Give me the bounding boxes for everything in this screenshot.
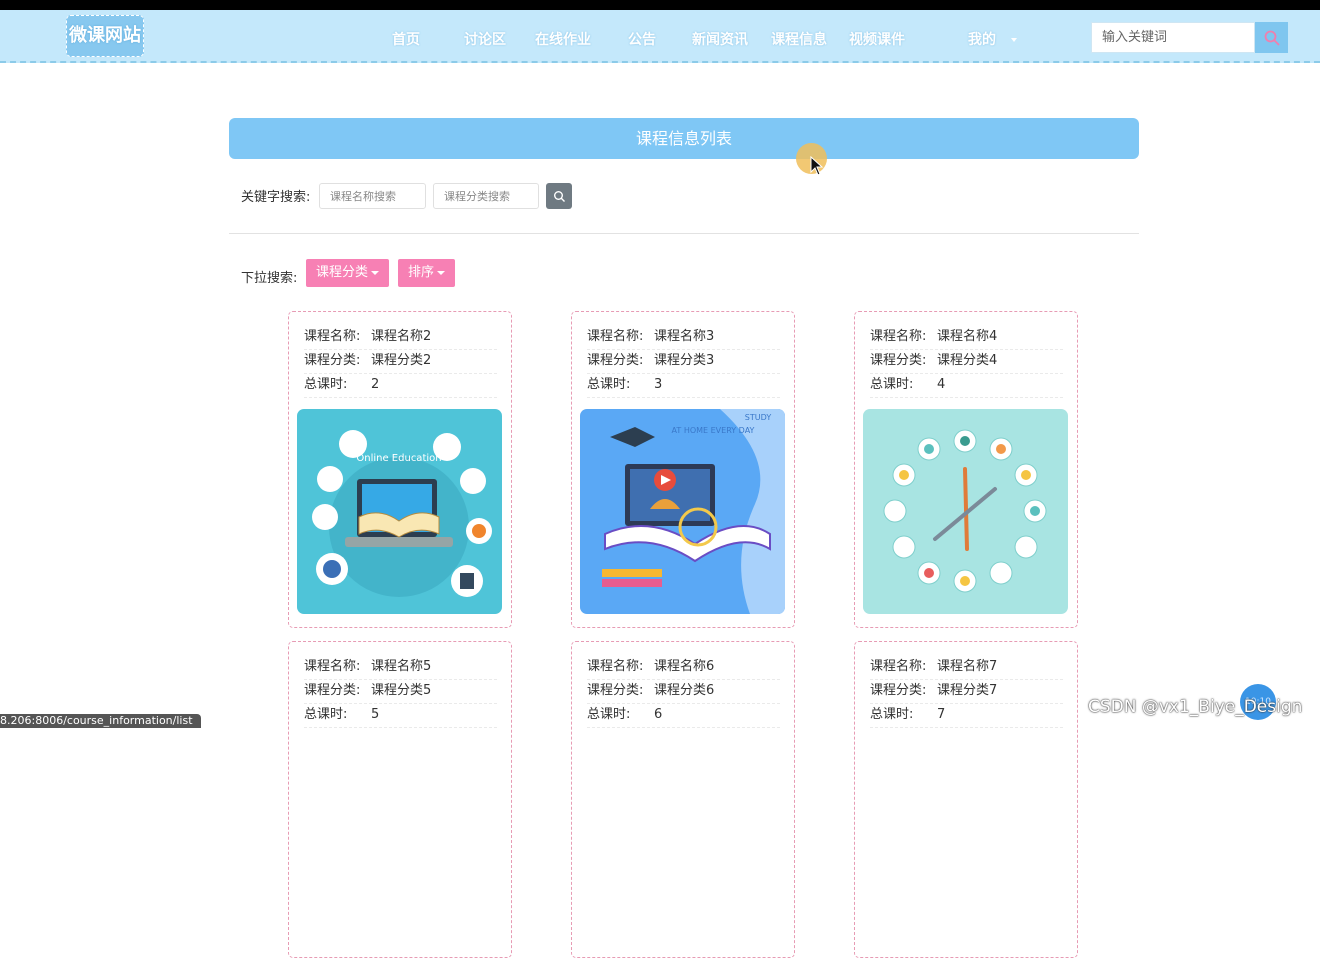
nav-my[interactable]: 我的 bbox=[968, 29, 996, 49]
caret-down-icon bbox=[371, 270, 380, 275]
sort-dropdown-button[interactable]: 排序 bbox=[398, 259, 456, 287]
header-search-button[interactable] bbox=[1255, 22, 1288, 53]
search-icon bbox=[1264, 30, 1280, 46]
course-card[interactable]: 课程名称: 课程名称2 课程分类: 课程分类2 总课时: 2 Online Educa… bbox=[288, 311, 512, 628]
header-search-input[interactable] bbox=[1091, 22, 1255, 53]
category-dropdown-label: 课程分类 bbox=[316, 265, 369, 280]
dropdown-search-label: 下拉搜索: bbox=[241, 271, 298, 286]
course-name: 课程名称5 bbox=[371, 659, 432, 674]
svg-text:Online Education: Online Education bbox=[356, 453, 441, 464]
section-divider bbox=[229, 233, 1139, 234]
svg-text:STUDY: STUDY bbox=[745, 413, 772, 422]
education-clock-illustration[interactable] bbox=[863, 409, 1068, 614]
course-hours-row: 总课时: 2 bbox=[304, 373, 497, 398]
course-category: 课程分类5 bbox=[371, 683, 432, 698]
nav-notice[interactable]: 公告 bbox=[628, 29, 656, 49]
page-title: 课程信息列表 bbox=[229, 118, 1139, 159]
course-card[interactable]: 课程名称: 课程名称7 课程分类: 课程分类7 总课时: 7 bbox=[854, 641, 1078, 958]
course-category-row: 课程分类: 课程分类2 bbox=[304, 349, 497, 374]
course-category-row: 课程分类: 课程分类6 bbox=[587, 679, 780, 704]
nav-news[interactable]: 新闻资讯 bbox=[692, 29, 748, 49]
course-hours-row: 总课时: 4 bbox=[870, 373, 1063, 398]
nav-course-info[interactable]: 课程信息 bbox=[771, 29, 827, 49]
course-category-row: 课程分类: 课程分类4 bbox=[870, 349, 1063, 374]
keyword-search-button[interactable] bbox=[546, 183, 572, 209]
course-hours: 7 bbox=[937, 707, 946, 722]
course-hours-row: 总课时: 3 bbox=[587, 373, 780, 398]
course-name-row: 课程名称: 课程名称2 bbox=[304, 325, 497, 350]
caret-down-icon bbox=[437, 270, 446, 275]
course-name-row: 课程名称: 课程名称7 bbox=[870, 655, 1063, 680]
svg-text:AT HOME EVERY DAY: AT HOME EVERY DAY bbox=[672, 426, 755, 435]
nav-forum[interactable]: 讨论区 bbox=[464, 29, 506, 49]
course-name: 课程名称6 bbox=[654, 659, 715, 674]
watermark: CSDN @vx1_Biye_Design bbox=[1088, 697, 1303, 717]
course-category: 课程分类7 bbox=[937, 683, 998, 698]
category-dropdown-button[interactable]: 课程分类 bbox=[306, 259, 390, 287]
course-hours-row: 总课时: 5 bbox=[304, 703, 497, 728]
course-name: 课程名称3 bbox=[654, 329, 715, 344]
online-education-illustration[interactable]: Online Education bbox=[297, 409, 502, 614]
course-category: 课程分类6 bbox=[654, 683, 715, 698]
course-hours: 4 bbox=[937, 377, 946, 392]
keyword-search-label: 关键字搜索: bbox=[241, 190, 311, 205]
course-hours: 2 bbox=[371, 377, 380, 392]
mouse-cursor-icon bbox=[810, 156, 824, 176]
status-bar-url: 8.206:8006/course_information/list bbox=[0, 714, 201, 728]
course-hours: 6 bbox=[654, 707, 663, 722]
course-category: 课程分类3 bbox=[654, 353, 715, 368]
nav-video[interactable]: 视频课件 bbox=[849, 29, 905, 49]
course-category-row: 课程分类: 课程分类5 bbox=[304, 679, 497, 704]
course-card[interactable]: 课程名称: 课程名称4 课程分类: 课程分类4 总课时: 4 bbox=[854, 311, 1078, 628]
course-name: 课程名称7 bbox=[937, 659, 998, 674]
course-hours-row: 总课时: 6 bbox=[587, 703, 780, 728]
course-name-row: 课程名称: 课程名称5 bbox=[304, 655, 497, 680]
search-icon bbox=[553, 190, 565, 202]
course-name-row: 课程名称: 课程名称3 bbox=[587, 325, 780, 350]
course-category-row: 课程分类: 课程分类7 bbox=[870, 679, 1063, 704]
nav-homework[interactable]: 在线作业 bbox=[535, 29, 591, 49]
course-category: 课程分类4 bbox=[937, 353, 998, 368]
nav-home[interactable]: 首页 bbox=[392, 29, 420, 49]
course-card[interactable]: 课程名称: 课程名称3 课程分类: 课程分类3 总课时: 3 STUDY AT HOM… bbox=[571, 311, 795, 628]
course-card[interactable]: 课程名称: 课程名称6 课程分类: 课程分类6 总课时: 6 bbox=[571, 641, 795, 958]
study-at-home-illustration[interactable]: STUDY AT HOME EVERY DAY bbox=[580, 409, 785, 614]
chevron-down-icon bbox=[1011, 38, 1017, 42]
course-card[interactable]: 课程名称: 课程名称5 课程分类: 课程分类5 总课时: 5 bbox=[288, 641, 512, 958]
course-hours: 3 bbox=[654, 377, 663, 392]
course-name: 课程名称2 bbox=[371, 329, 432, 344]
course-name: 课程名称4 bbox=[937, 329, 998, 344]
course-name-row: 课程名称: 课程名称6 bbox=[587, 655, 780, 680]
site-logo[interactable]: 微课网站 bbox=[66, 15, 144, 57]
course-name-row: 课程名称: 课程名称4 bbox=[870, 325, 1063, 350]
course-category: 课程分类2 bbox=[371, 353, 432, 368]
course-hours-row: 总课时: 7 bbox=[870, 703, 1063, 728]
sort-dropdown-label: 排序 bbox=[408, 265, 435, 280]
course-hours: 5 bbox=[371, 707, 380, 722]
course-category-search-input[interactable] bbox=[433, 183, 539, 209]
site-header: 微课网站 首页 讨论区 在线作业 公告 新闻资讯 课程信息 视频课件 我的 bbox=[0, 10, 1320, 63]
course-category-row: 课程分类: 课程分类3 bbox=[587, 349, 780, 374]
top-strip bbox=[0, 0, 1320, 10]
course-name-search-input[interactable] bbox=[319, 183, 426, 209]
